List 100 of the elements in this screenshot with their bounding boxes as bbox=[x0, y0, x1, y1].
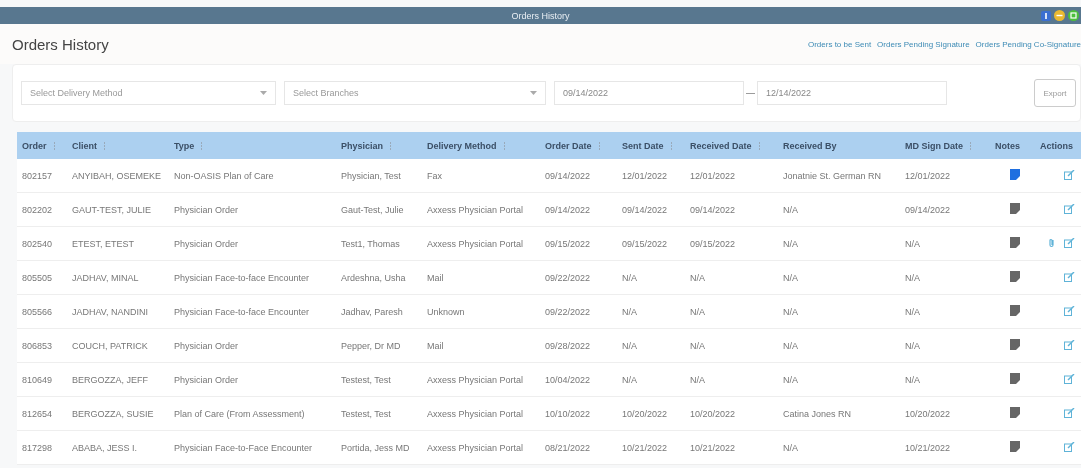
table-cell: N/A bbox=[905, 306, 920, 317]
maximize-icon[interactable] bbox=[1068, 10, 1079, 21]
notes-icon[interactable] bbox=[1010, 441, 1020, 452]
notes-icon[interactable] bbox=[1010, 373, 1020, 384]
date-to-field[interactable]: 12/14/2022 bbox=[757, 81, 947, 105]
link[interactable]: Orders Pending Signature bbox=[877, 39, 970, 49]
table-cell: N/A bbox=[783, 374, 798, 385]
notes-icon[interactable] bbox=[1010, 339, 1020, 350]
table-cell: Axxess Physician Portal bbox=[427, 442, 524, 453]
column-header[interactable]: Order Date bbox=[540, 132, 617, 159]
table-cell: 12/01/2022 bbox=[622, 170, 668, 181]
table-cell: N/A bbox=[783, 238, 798, 249]
table-cell: 09/15/2022 bbox=[622, 238, 668, 249]
edit-icon[interactable] bbox=[1064, 407, 1075, 418]
table-cell: 09/22/2022 bbox=[545, 272, 591, 283]
table-cell: COUCH, PATRICK bbox=[72, 340, 148, 351]
edit-icon[interactable] bbox=[1064, 237, 1075, 248]
notes-icon[interactable] bbox=[1010, 237, 1020, 248]
sort-icon[interactable] bbox=[757, 142, 761, 151]
table-cell: N/A bbox=[905, 374, 920, 385]
table-cell: 10/21/2022 bbox=[690, 442, 736, 453]
column-header[interactable]: Physician bbox=[336, 132, 422, 159]
branches-select[interactable]: Select Branches bbox=[284, 81, 546, 105]
table-cell: ABABA, JESS I. bbox=[72, 442, 138, 453]
edit-icon[interactable] bbox=[1064, 339, 1075, 350]
notes-icon[interactable] bbox=[1010, 271, 1020, 282]
table-cell: Mail bbox=[427, 272, 444, 283]
column-header[interactable]: Received Date bbox=[685, 132, 778, 159]
window-title: Orders History bbox=[511, 10, 570, 21]
table-cell: 802540 bbox=[22, 238, 53, 249]
table-cell: BERGOZZA, SUSIE bbox=[72, 408, 154, 419]
sort-icon[interactable] bbox=[502, 142, 506, 151]
table-cell: Physician Face-to-face Encounter bbox=[174, 272, 310, 283]
sort-icon[interactable] bbox=[669, 142, 673, 151]
table-cell: JADHAV, NANDINI bbox=[72, 306, 149, 317]
notes-icon[interactable] bbox=[1010, 305, 1020, 316]
sort-icon[interactable] bbox=[52, 142, 56, 151]
table-cell: Fax bbox=[427, 170, 442, 181]
table-cell: 09/14/2022 bbox=[905, 204, 951, 215]
table-cell: N/A bbox=[690, 340, 705, 351]
table-cell: 812654 bbox=[22, 408, 53, 419]
column-header[interactable]: Delivery Method bbox=[422, 132, 540, 159]
delivery-method-select[interactable]: Select Delivery Method bbox=[21, 81, 276, 105]
table-cell: N/A bbox=[622, 374, 637, 385]
table-cell: 805566 bbox=[22, 306, 53, 317]
sort-icon[interactable] bbox=[200, 142, 204, 151]
table-cell: 10/04/2022 bbox=[545, 374, 591, 385]
sort-icon[interactable] bbox=[389, 142, 393, 151]
table-cell: N/A bbox=[783, 204, 798, 215]
table-cell: 09/28/2022 bbox=[545, 340, 591, 351]
edit-icon[interactable] bbox=[1064, 373, 1075, 384]
table-cell: Catina Jones RN bbox=[783, 408, 852, 419]
help-icon[interactable] bbox=[1041, 10, 1051, 21]
sort-icon[interactable] bbox=[597, 142, 601, 151]
notes-icon[interactable] bbox=[1010, 407, 1020, 418]
sort-icon[interactable] bbox=[969, 142, 972, 151]
table-cell: 09/15/2022 bbox=[545, 238, 591, 249]
table-cell: 12/01/2022 bbox=[690, 170, 736, 181]
link[interactable]: Orders Pending Co-Signature bbox=[975, 39, 1081, 49]
column-header: Notes bbox=[990, 132, 1035, 159]
table-cell: Portida, Jess MD bbox=[341, 442, 410, 453]
export-button[interactable]: Export bbox=[1034, 79, 1076, 107]
edit-icon[interactable] bbox=[1064, 441, 1075, 452]
edit-icon[interactable] bbox=[1064, 305, 1075, 316]
table-cell: Plan of Care (From Assessment) bbox=[174, 408, 305, 419]
column-header[interactable]: Order bbox=[17, 132, 67, 159]
table-cell: 09/15/2022 bbox=[690, 238, 736, 249]
table-cell: 08/21/2022 bbox=[545, 442, 591, 453]
column-header[interactable]: Type bbox=[169, 132, 336, 159]
table-cell: ETEST, ETEST bbox=[72, 238, 134, 249]
column-header[interactable]: Sent Date bbox=[617, 132, 685, 159]
table-cell: 10/20/2022 bbox=[622, 408, 668, 419]
table-cell: 810649 bbox=[22, 374, 53, 385]
notes-icon[interactable] bbox=[1010, 169, 1020, 180]
edit-icon[interactable] bbox=[1064, 271, 1075, 282]
table-cell: Mail bbox=[427, 340, 444, 351]
edit-icon[interactable] bbox=[1064, 169, 1075, 180]
table-cell: N/A bbox=[622, 272, 637, 283]
notes-icon[interactable] bbox=[1010, 203, 1020, 214]
minimize-icon[interactable] bbox=[1054, 10, 1065, 21]
date-from-field[interactable]: 09/14/2022 bbox=[554, 81, 744, 105]
date-separator: — bbox=[746, 88, 755, 98]
table-cell: N/A bbox=[905, 340, 920, 351]
edit-icon[interactable] bbox=[1064, 203, 1075, 214]
table-cell: N/A bbox=[783, 340, 798, 351]
link[interactable]: Orders to be Sent bbox=[807, 39, 872, 49]
table-cell: Gaut-Test, Julie bbox=[341, 204, 404, 215]
table-cell: Physician Order bbox=[174, 374, 239, 385]
table-cell: Pepper, Dr MD bbox=[341, 340, 401, 351]
column-header[interactable]: MD Sign Date bbox=[900, 132, 990, 159]
table-cell: N/A bbox=[783, 306, 798, 317]
paperclip-icon[interactable] bbox=[1048, 237, 1056, 248]
column-header[interactable]: Client bbox=[67, 132, 169, 159]
caret-icon bbox=[530, 91, 537, 95]
table-cell: Physician Order bbox=[174, 204, 239, 215]
table-cell: 09/14/2022 bbox=[690, 204, 736, 215]
table-cell: 802202 bbox=[22, 204, 53, 215]
table-cell: Testest, Test bbox=[341, 374, 391, 385]
sort-icon[interactable] bbox=[103, 142, 106, 151]
column-header: Actions bbox=[1035, 132, 1081, 159]
